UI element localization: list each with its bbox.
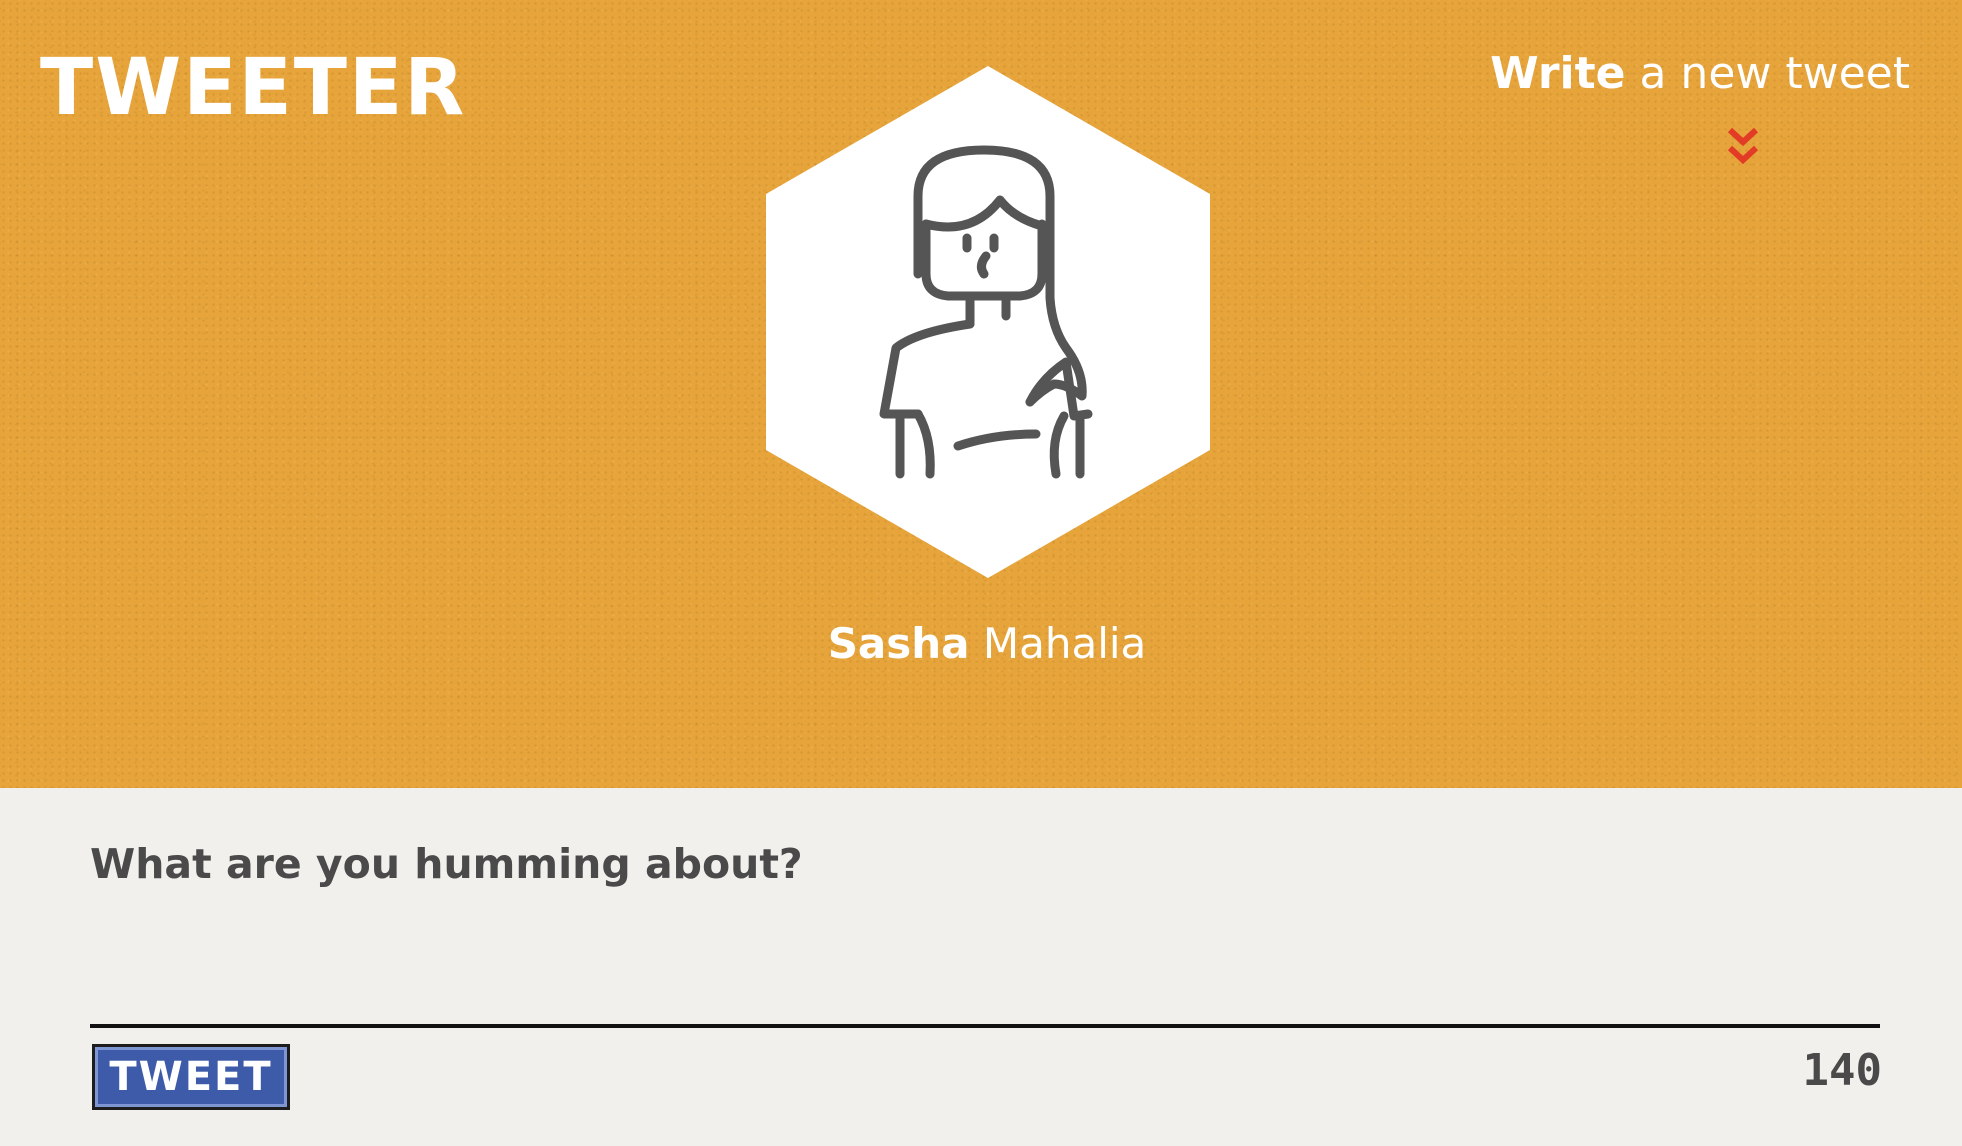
new-tweet-rest-text: a new tweet	[1625, 48, 1910, 99]
character-counter: 140	[1802, 1045, 1882, 1096]
write-new-tweet-link[interactable]: Write a new tweet	[1490, 46, 1910, 102]
tweet-button[interactable]: TWEET	[92, 1044, 290, 1110]
app-logo[interactable]: TWEETER	[40, 48, 466, 128]
profile-avatar	[766, 66, 1210, 578]
new-tweet-strong-text: Write	[1490, 48, 1626, 99]
hexagon-frame	[766, 66, 1210, 578]
last-name: Mahalia	[969, 619, 1147, 668]
double-chevron-down-icon[interactable]	[1726, 124, 1760, 168]
profile-header: TWEETER Write a new tweet Sasha Mahalia	[0, 0, 1962, 788]
tweet-textarea[interactable]	[90, 838, 1880, 1028]
first-name: Sasha	[827, 619, 970, 668]
profile-name: Sasha Mahalia	[0, 616, 1962, 672]
